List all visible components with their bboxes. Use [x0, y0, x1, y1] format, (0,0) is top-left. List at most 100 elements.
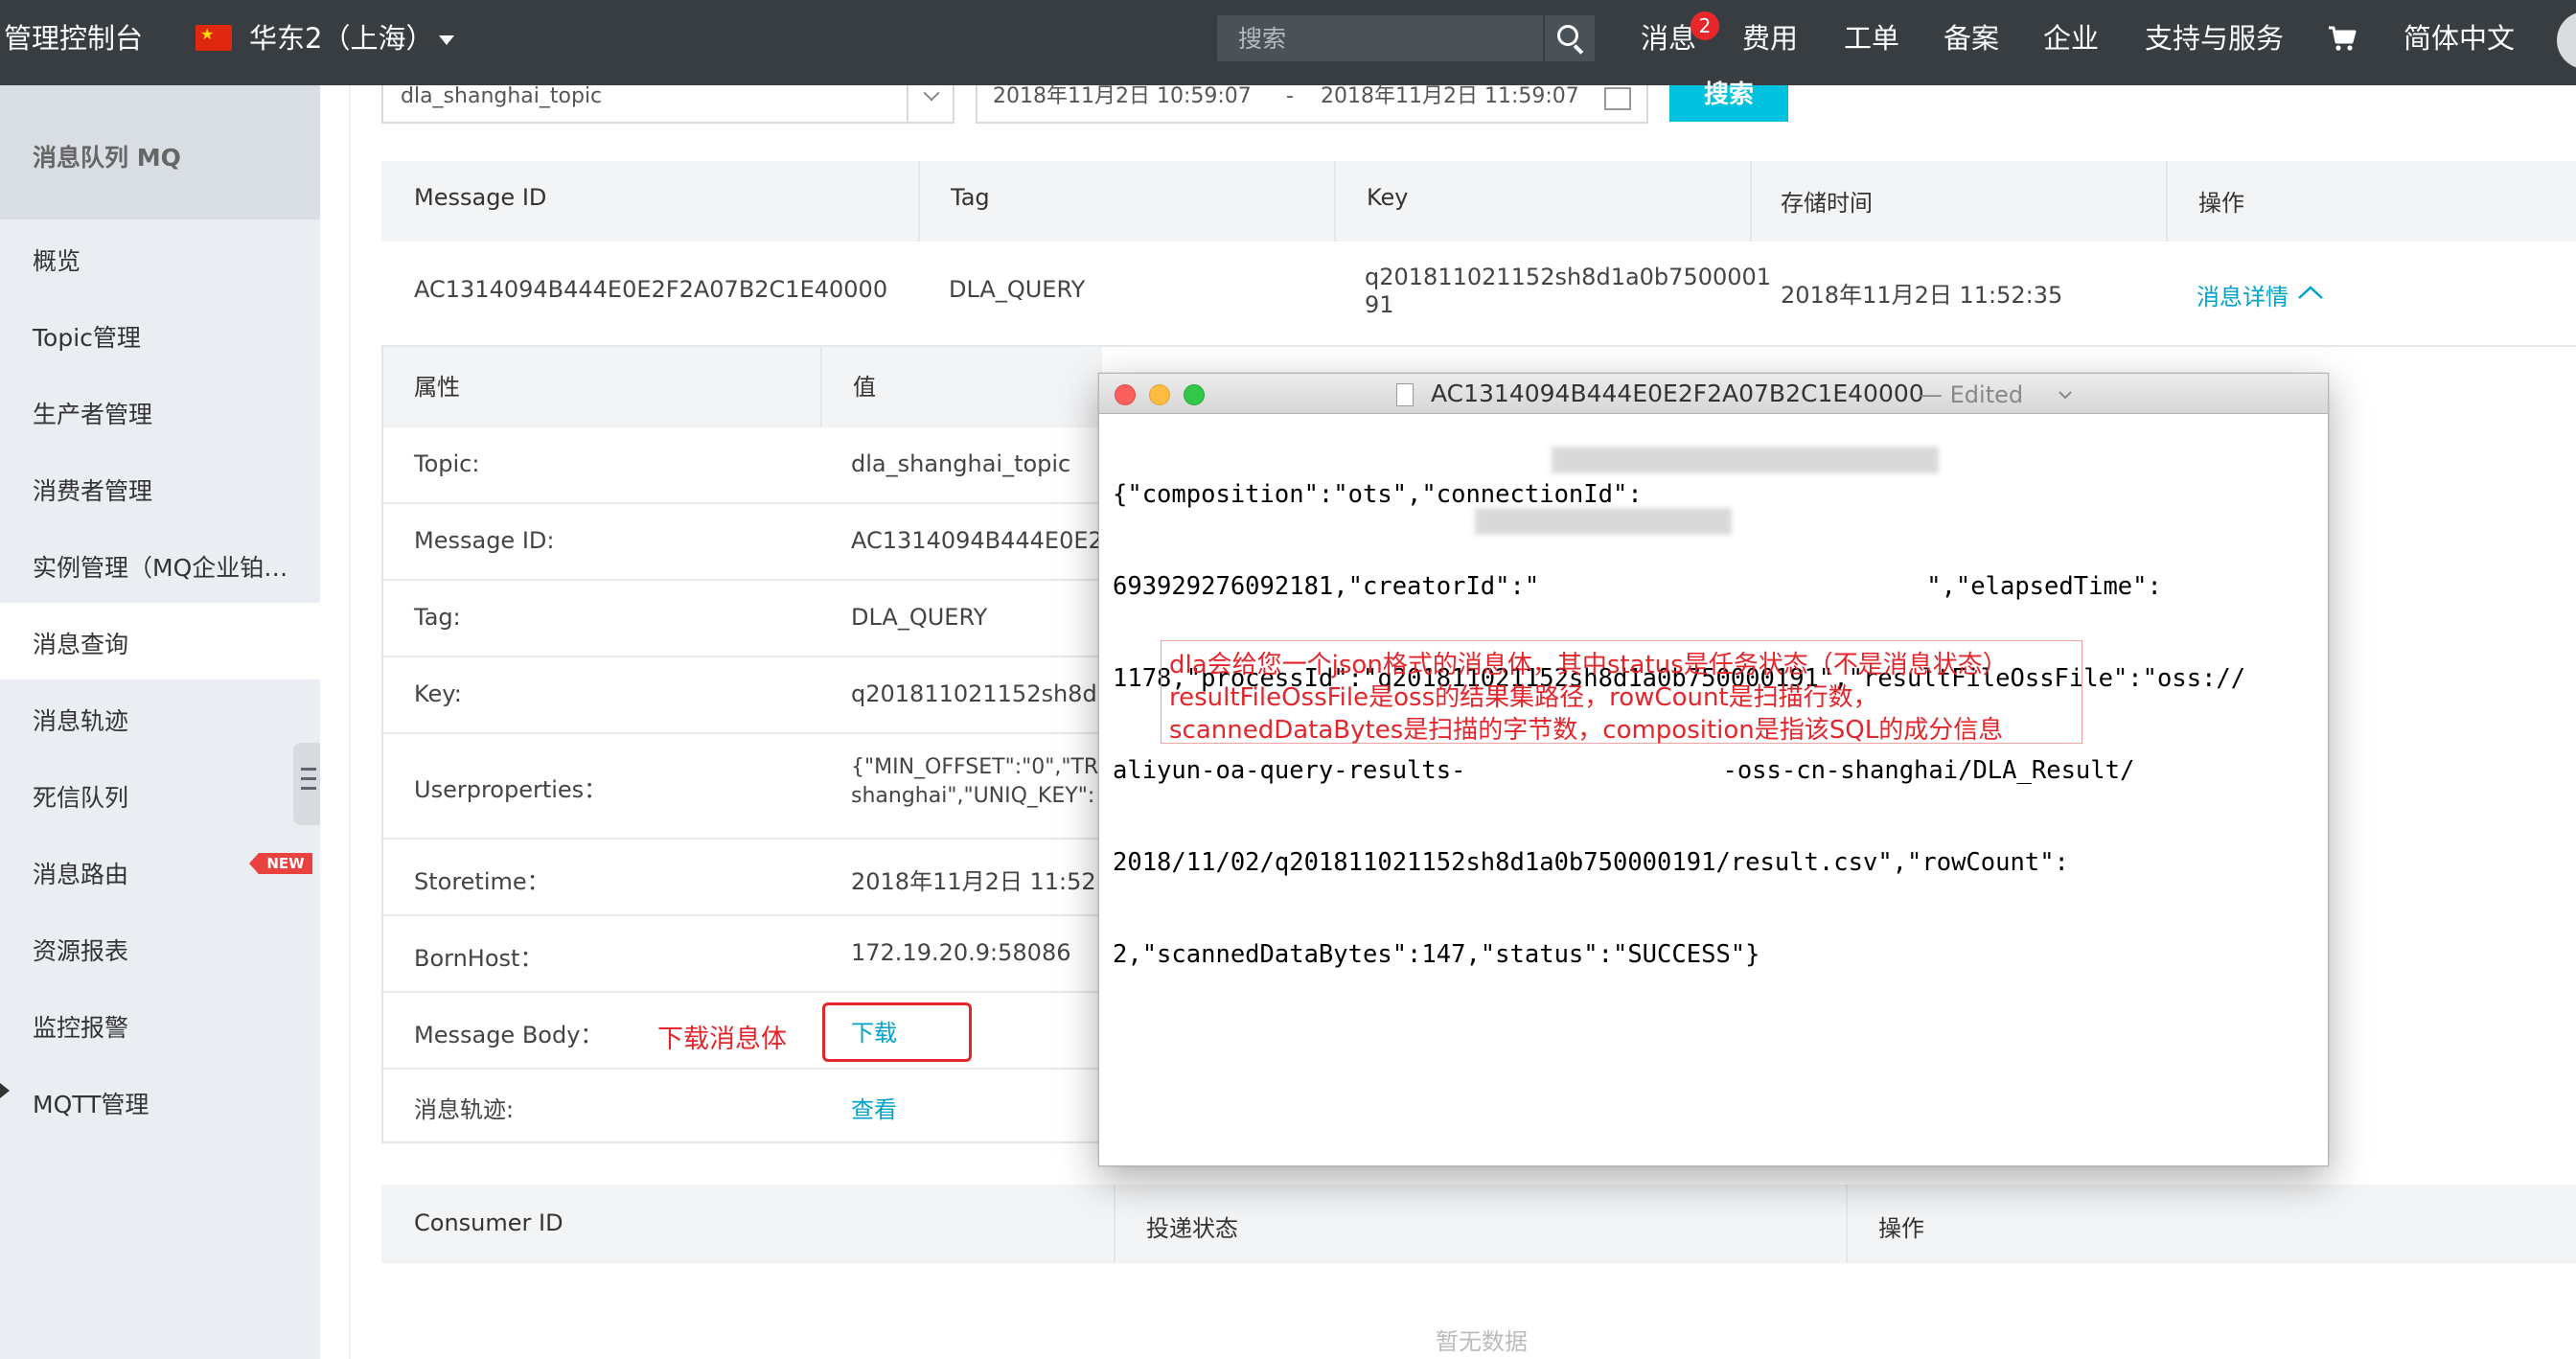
collapse-icon-bar: [301, 787, 316, 790]
row-divider: [381, 579, 1102, 581]
sidebar-item-mqtt[interactable]: MQTT管理: [0, 1063, 320, 1140]
text-segment: ","elapsedTime":: [1926, 572, 2162, 601]
sidebar-item-label: Topic管理: [33, 324, 141, 352]
shopping-cart-icon[interactable]: [2327, 23, 2358, 54]
expand-arrow-icon[interactable]: [0, 1083, 10, 1098]
row-divider: [381, 732, 1102, 734]
message-id-cell: AC1314094B444E0E2F2A07B2C1E40000: [414, 276, 888, 303]
text-line: 693929276092181,"creatorId":" ","elapsedT…: [1113, 571, 2320, 602]
sidebar-item-message-query[interactable]: 消息查询: [0, 603, 320, 680]
sidebar-item-producers[interactable]: 生产者管理: [0, 373, 320, 449]
sidebar-item-message-trace[interactable]: 消息轨迹: [0, 680, 320, 756]
property-label: Topic:: [414, 450, 480, 477]
property-value: AC1314094B444E0E2F: [851, 527, 1116, 554]
sidebar-item-label: 生产者管理: [33, 401, 153, 428]
table-border: [381, 347, 383, 1142]
sidebar-item-topics[interactable]: Topic管理: [0, 296, 320, 373]
view-trace-link[interactable]: 查看: [851, 1091, 897, 1124]
nav-tickets[interactable]: 工单: [1844, 0, 1899, 85]
nav-icp-record[interactable]: 备案: [1944, 0, 1999, 85]
edited-status[interactable]: — Edited: [1920, 381, 2023, 408]
language-switcher[interactable]: 简体中文: [2404, 0, 2515, 85]
tag-cell: DLA_QUERY: [949, 276, 1086, 303]
sidebar-item-label: MQTT管理: [33, 1091, 150, 1118]
column-header-consumer-id: Consumer ID: [414, 1209, 564, 1236]
download-message-body-link[interactable]: 下载: [851, 1014, 897, 1048]
calendar-icon[interactable]: [1604, 87, 1631, 110]
redaction-blur: [1475, 508, 1732, 535]
annotation-highlight-box: [822, 1002, 972, 1062]
property-value: 2018年11月2日 11:52:35: [851, 868, 1134, 895]
sidebar: 消息队列 MQ 概览 Topic管理 生产者管理 消费者管理 实例管理（MQ企业…: [0, 85, 320, 1359]
collapse-icon-bar: [301, 768, 316, 771]
stored-time-cell: 2018年11月2日 11:52:35: [1781, 282, 2063, 309]
sidebar-item-label: 资源报表: [33, 937, 129, 965]
console-home-link[interactable]: 管理控制台: [4, 0, 143, 85]
sidebar-item-dead-letter[interactable]: 死信队列: [0, 756, 320, 833]
property-value: 172.19.20.9:58086: [851, 939, 1071, 966]
sidebar-item-label: 概览: [33, 247, 81, 275]
row-divider: [381, 1068, 1102, 1070]
search-icon: [1557, 25, 1578, 46]
chevron-down-icon[interactable]: [923, 84, 940, 102]
minimize-window-button[interactable]: [1149, 384, 1170, 405]
sidebar-collapse-toggle[interactable]: [293, 743, 322, 825]
main-divider: [349, 85, 351, 1359]
new-badge: NEW: [249, 853, 312, 874]
sidebar-item-overview[interactable]: 概览: [0, 219, 320, 296]
region-selector[interactable]: 华东2（上海）: [249, 0, 433, 85]
close-window-button[interactable]: [1115, 384, 1136, 405]
date-range-picker[interactable]: 2018年11月2日 10:59:07 - 2018年11月2日 11:59:0…: [976, 85, 1648, 124]
sidebar-item-label: 消费者管理: [33, 477, 153, 505]
caret-down-icon[interactable]: [439, 35, 454, 45]
property-value-line2: shanghai","UNIQ_KEY":: [851, 784, 1095, 808]
nav-support[interactable]: 支持与服务: [2145, 0, 2284, 85]
property-label: Message ID:: [414, 527, 555, 554]
global-search-box: [1217, 15, 1543, 61]
messages-count-badge: 2: [1690, 12, 1719, 40]
column-header-tag: Tag: [951, 184, 990, 211]
text-line: 2,"scannedDataBytes":147,"status":"SUCCE…: [1113, 940, 1760, 969]
nav-messages[interactable]: 消息: [1641, 0, 1696, 85]
search-button[interactable]: [1545, 15, 1595, 61]
top-navigation-bar: 管理控制台 ★ 华东2（上海） 消息 2 费用 工单 备案 企业 支持与服务 简…: [0, 0, 2576, 85]
date-start-value[interactable]: 2018年11月2日 10:59:07: [993, 85, 1252, 108]
nav-enterprise[interactable]: 企业: [2043, 0, 2099, 85]
property-value: dla_shanghai_topic: [851, 450, 1071, 477]
column-header-key: Key: [1367, 184, 1409, 211]
sidebar-item-consumers[interactable]: 消费者管理: [0, 449, 320, 526]
chevron-up-icon[interactable]: [2296, 284, 2325, 301]
topic-select-value: dla_shanghai_topic: [401, 84, 603, 108]
column-divider: [2166, 161, 2168, 242]
sidebar-item-reports[interactable]: 资源报表: [0, 910, 320, 986]
message-table-header: [381, 161, 2576, 242]
property-table-header: [381, 347, 1102, 427]
column-divider: [918, 161, 920, 242]
property-value: {"MIN_OFFSET":"0","TR: [851, 755, 1099, 779]
property-label: 消息轨迹:: [414, 1096, 515, 1123]
query-search-button[interactable]: 搜索: [1669, 82, 1788, 122]
text-line: {"composition":"ots","connectionId":: [1113, 480, 1643, 509]
column-divider: [1114, 1185, 1116, 1263]
sidebar-item-instances[interactable]: 实例管理（MQ企业铂…: [0, 526, 320, 603]
column-divider: [1846, 1185, 1848, 1263]
message-detail-link[interactable]: 消息详情: [2196, 278, 2288, 311]
chevron-down-icon[interactable]: [2058, 389, 2073, 401]
column-divider: [1750, 161, 1752, 242]
property-label: Storetime：: [414, 868, 550, 895]
global-search-input[interactable]: [1217, 15, 1543, 61]
sidebar-item-label: 消息路由: [33, 861, 129, 888]
property-label: Message Body：: [414, 1022, 604, 1048]
nav-fees[interactable]: 费用: [1742, 0, 1798, 85]
date-end-value[interactable]: 2018年11月2日 11:59:07: [1321, 85, 1579, 108]
select-divider: [907, 85, 908, 122]
sidebar-item-label: 消息查询: [33, 631, 129, 658]
maximize-window-button[interactable]: [1184, 384, 1205, 405]
topic-select[interactable]: dla_shanghai_topic: [381, 85, 954, 124]
avatar[interactable]: [2557, 12, 2576, 69]
property-value: q201811021152sh8d1a0: [851, 680, 1140, 707]
window-title-bar[interactable]: AC1314094B444E0E2F2A07B2C1E40000 — Edite…: [1099, 374, 2328, 414]
property-label: Userproperties：: [414, 776, 608, 803]
text-segment: aliyun-oa-query-results-: [1113, 756, 1466, 785]
sidebar-item-monitoring[interactable]: 监控报警: [0, 986, 320, 1063]
